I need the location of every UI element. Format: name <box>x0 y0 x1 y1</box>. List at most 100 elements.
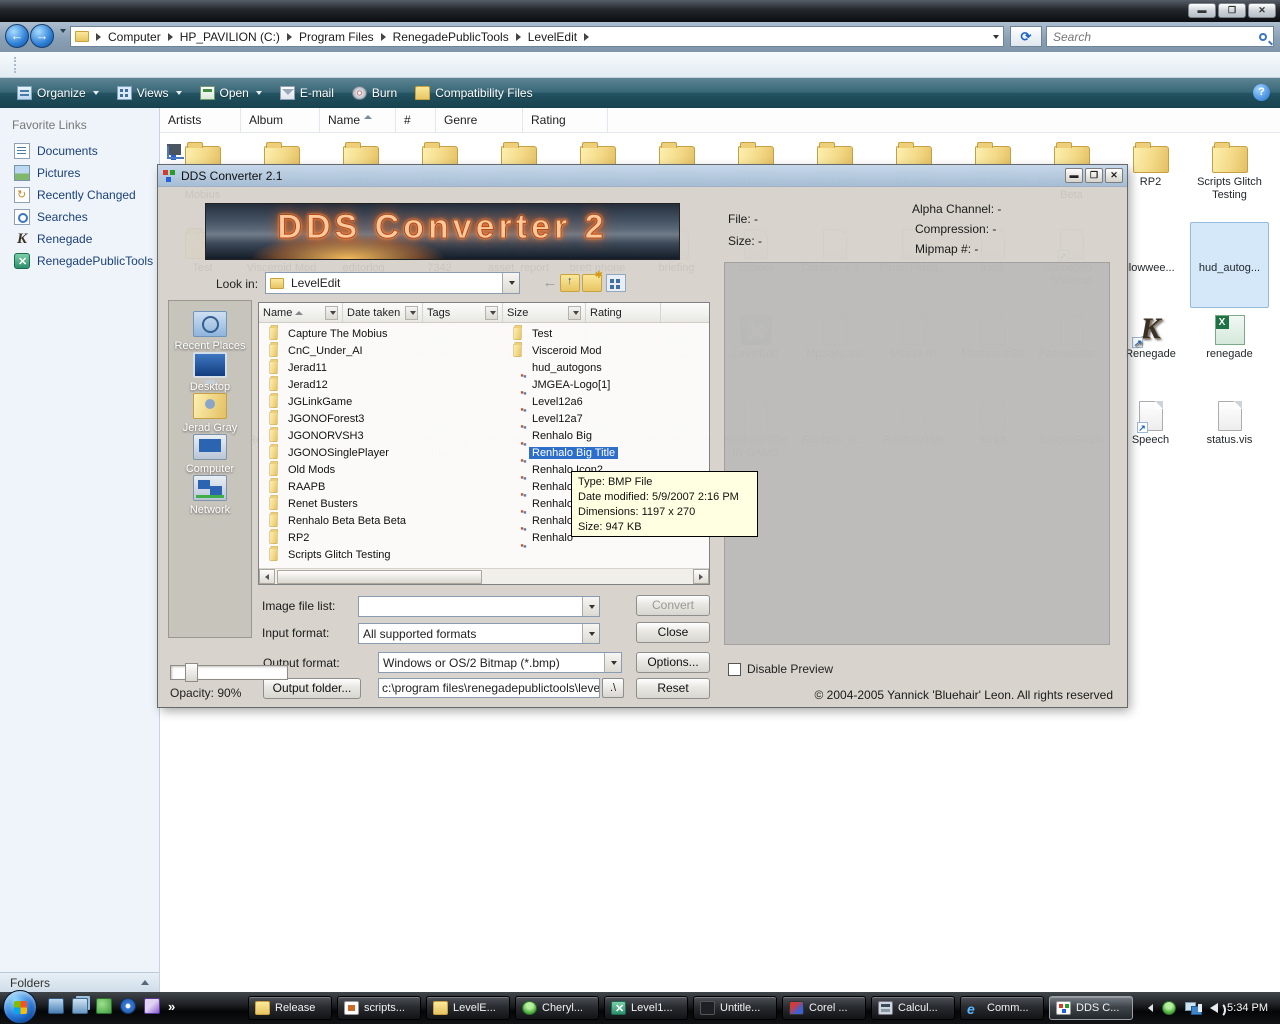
sidebar-item[interactable]: RenegadePublicTools <box>0 250 159 272</box>
sidebar-item[interactable]: Documents <box>0 140 159 162</box>
sidebar-item[interactable]: Renegade <box>0 228 159 250</box>
output-path-field[interactable]: c:\program files\renegadepublictools\lev… <box>378 678 600 698</box>
list-item-folder[interactable]: Renet Busters <box>265 495 409 512</box>
column-header[interactable]: Rating <box>523 108 608 132</box>
list-item-file[interactable]: Level12a6 <box>509 393 618 410</box>
toolbar-button[interactable]: Organize <box>8 82 108 104</box>
column-header[interactable]: Name <box>320 108 396 132</box>
back-button[interactable]: ← <box>5 24 29 48</box>
restore-button[interactable]: ❐ <box>1218 3 1246 18</box>
list-item-folder[interactable]: Old Mods <box>265 461 409 478</box>
list-column-header[interactable]: Date taken <box>343 303 423 322</box>
toolbar-button[interactable]: Views <box>108 82 191 104</box>
places-bar-item[interactable]: Desktop <box>175 352 246 393</box>
list-item-folder[interactable]: JGONOForest3 <box>265 410 409 427</box>
start-button[interactable] <box>3 990 37 1024</box>
output-format-combobox[interactable]: Windows or OS/2 Bitmap (*.bmp) <box>378 652 622 673</box>
taskbar-button[interactable]: Calcul... <box>871 996 955 1020</box>
list-item-file[interactable]: hud_autogons <box>509 359 618 376</box>
file-grid-item[interactable]: status.vis <box>1190 394 1269 480</box>
list-item-folder[interactable]: CnC_Under_AI <box>265 342 409 359</box>
window-switcher-icon[interactable] <box>72 998 88 1014</box>
taskbar-button[interactable]: Untitle... <box>693 996 777 1020</box>
image-file-list-combobox[interactable] <box>358 596 600 617</box>
list-item-file[interactable]: Visceroid Mod <box>509 342 618 359</box>
taskbar-button[interactable]: DDS C... <box>1049 996 1133 1020</box>
list-item-folder[interactable]: Jerad11 <box>265 359 409 376</box>
list-column-header[interactable]: Tags <box>423 303 503 322</box>
breadcrumb[interactable]: ComputerHP_PAVILION (C:)Program FilesRen… <box>70 26 1004 47</box>
list-item-file[interactable]: JMGEA-Logo[1] <box>509 376 618 393</box>
file-grid-item[interactable]: renegade <box>1190 308 1269 394</box>
breadcrumb-item[interactable]: HP_PAVILION (C:) <box>178 30 282 44</box>
clock[interactable]: 5:34 PM <box>1227 1002 1274 1014</box>
list-item-folder[interactable]: JGONORVSH3 <box>265 427 409 444</box>
list-item-file[interactable]: Level12a7 <box>509 410 618 427</box>
taskbar-button[interactable]: Release <box>248 996 332 1020</box>
list-item-folder[interactable]: RAAPB <box>265 478 409 495</box>
list-item-folder[interactable]: RP2 <box>265 529 409 546</box>
column-dropdown-button[interactable] <box>485 306 498 320</box>
taskbar-button[interactable]: LevelE... <box>426 996 510 1020</box>
list-item-folder[interactable]: Capture The Mobius <box>265 325 409 342</box>
refresh-button[interactable]: ⟳ <box>1010 26 1042 47</box>
list-item-file[interactable]: Renhalo Big <box>509 427 618 444</box>
sidebar-item[interactable]: Searches <box>0 206 159 228</box>
taskbar-button[interactable]: Cheryl... <box>515 996 599 1020</box>
back-folder-button[interactable]: ← <box>540 274 560 292</box>
column-dropdown-button[interactable] <box>568 306 581 320</box>
column-dropdown-button[interactable] <box>405 306 418 320</box>
new-folder-button[interactable] <box>582 274 602 292</box>
list-column-header[interactable]: Name <box>259 303 343 322</box>
grip-handle[interactable] <box>14 57 17 73</box>
folders-band[interactable]: Folders <box>0 972 159 992</box>
column-header[interactable]: Artists <box>160 108 241 132</box>
taskbar-button[interactable]: Level1... <box>604 996 688 1020</box>
list-item-folder[interactable]: Scripts Glitch Testing <box>265 546 409 563</box>
dialog-close-button[interactable]: ✕ <box>1105 168 1123 183</box>
toolbar-button[interactable]: E-mail <box>271 82 343 104</box>
opacity-slider-thumb[interactable] <box>185 663 198 682</box>
toolbar-button[interactable]: Compatibility Files <box>406 82 541 104</box>
toolbar-button[interactable]: Burn <box>343 82 406 104</box>
look-in-combobox[interactable]: LevelEdit <box>265 272 520 294</box>
places-bar-item[interactable]: Computer <box>175 434 246 475</box>
dialog-titlebar[interactable]: DDS Converter 2.1 ▬ ❐ ✕ <box>158 165 1127 187</box>
forward-button[interactable]: → <box>30 24 54 48</box>
places-bar-item[interactable]: Jerad Gray <box>175 393 246 434</box>
output-folder-button[interactable]: Output folder... <box>263 678 361 699</box>
contacts-icon[interactable] <box>96 998 112 1014</box>
search-box[interactable] <box>1046 26 1274 47</box>
column-header[interactable]: Genre <box>436 108 523 132</box>
dropdown-button[interactable] <box>582 624 599 643</box>
reset-button[interactable]: Reset <box>636 678 710 699</box>
list-column-header[interactable]: Size <box>503 303 586 322</box>
places-bar-item[interactable]: Recent Places <box>175 311 246 352</box>
up-one-level-button[interactable] <box>560 274 580 292</box>
list-item-folder[interactable]: Jerad12 <box>265 376 409 393</box>
list-item-folder[interactable]: Renhalo Beta Beta Beta <box>265 512 409 529</box>
list-item-folder[interactable]: JGLinkGame <box>265 393 409 410</box>
dropdown-button[interactable] <box>604 653 621 672</box>
taskbar-button[interactable]: Comm... <box>960 996 1044 1020</box>
taskbar-button[interactable]: scripts... <box>337 996 421 1020</box>
view-menu-button[interactable] <box>606 274 626 292</box>
convert-button[interactable]: Convert <box>636 595 710 616</box>
menu-item[interactable] <box>67 62 87 68</box>
breadcrumb-item[interactable]: LevelEdit <box>526 30 579 44</box>
history-dropdown-icon[interactable] <box>58 33 66 45</box>
taskbar-button[interactable]: Corel ... <box>782 996 866 1020</box>
close-button[interactable]: ✕ <box>1248 3 1276 18</box>
search-icon[interactable] <box>1259 33 1267 41</box>
dropdown-button[interactable] <box>502 273 519 293</box>
list-column-header[interactable]: Rating <box>586 303 661 322</box>
menu-item[interactable] <box>107 62 127 68</box>
column-header[interactable]: Album <box>241 108 320 132</box>
messenger-status-icon[interactable] <box>1162 1001 1176 1015</box>
search-input[interactable] <box>1053 30 1259 44</box>
close-dialog-button[interactable]: Close <box>636 622 710 643</box>
quicktime-icon[interactable] <box>120 998 136 1014</box>
breadcrumb-item[interactable]: RenegadePublicTools <box>391 30 511 44</box>
list-item-file[interactable]: Renhalo Big Title <box>509 444 618 461</box>
opacity-slider[interactable] <box>170 665 288 680</box>
